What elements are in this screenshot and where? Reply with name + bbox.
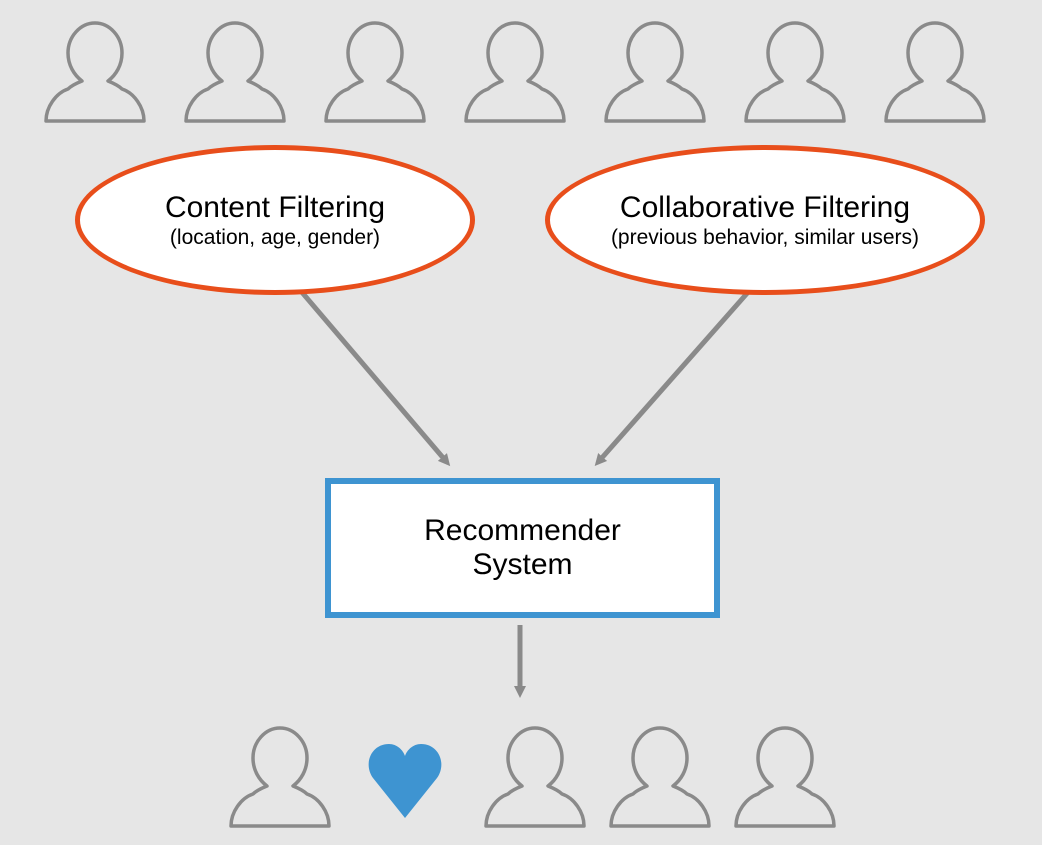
- node-collaborative-filtering: Collaborative Filtering (previous behavi…: [545, 145, 985, 295]
- top-users-row: [40, 10, 1010, 130]
- arrow-content-to-recommender: [300, 290, 445, 460]
- node-title: Collaborative Filtering: [620, 191, 910, 224]
- arrow-collab-to-recommender: [600, 290, 750, 460]
- user-silhouette-icon: [736, 728, 834, 826]
- node-title: Content Filtering: [165, 191, 385, 224]
- user-silhouette-icon: [886, 23, 984, 121]
- heart-icon: [369, 744, 442, 818]
- node-subtitle: (location, age, gender): [170, 226, 380, 249]
- node-label-line: Recommender: [424, 514, 621, 547]
- user-silhouette-icon: [186, 23, 284, 121]
- diagram-stage: Content Filtering (location, age, gender…: [0, 0, 1042, 845]
- user-silhouette-icon: [606, 23, 704, 121]
- user-silhouette-icon: [231, 728, 329, 826]
- node-content-filtering: Content Filtering (location, age, gender…: [75, 145, 475, 295]
- user-silhouette-icon: [466, 23, 564, 121]
- user-silhouette-icon: [611, 728, 709, 826]
- node-subtitle: (previous behavior, similar users): [611, 226, 919, 249]
- bottom-match-row: [225, 715, 845, 845]
- user-silhouette-icon: [486, 728, 584, 826]
- node-recommender-system: Recommender System: [325, 478, 720, 618]
- node-label: Recommender System: [424, 514, 621, 583]
- node-label-line: System: [472, 548, 572, 581]
- user-silhouette-icon: [746, 23, 844, 121]
- user-silhouette-icon: [326, 23, 424, 121]
- user-silhouette-icon: [46, 23, 144, 121]
